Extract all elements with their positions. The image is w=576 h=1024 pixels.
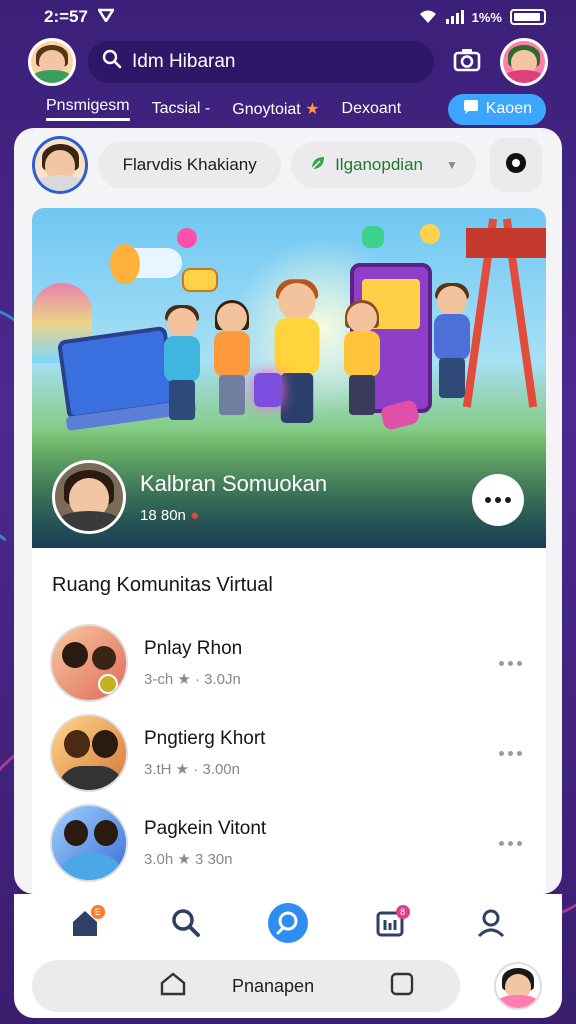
- nav-create[interactable]: [264, 901, 312, 949]
- mode-label: Ilganopdian: [335, 155, 423, 174]
- tab-label: Gnoytoiat: [232, 101, 301, 118]
- tab-label: Kaoen: [485, 100, 532, 117]
- banner-more-button[interactable]: [472, 474, 524, 526]
- room-more-button[interactable]: [499, 750, 522, 756]
- battery-percent: 1%%: [471, 9, 502, 25]
- main-card: Flarvdis Khakiany Ilganopdian ▼ Kalbran …: [14, 128, 562, 894]
- status-time: 2:=57: [44, 7, 88, 26]
- more-horizontal-icon: [485, 497, 511, 503]
- list-item[interactable]: Pnlay Rhon 3-ch ★ · 3.0Jn: [50, 624, 528, 702]
- tab-category-2[interactable]: Tacsial -: [152, 100, 211, 118]
- battery-icon: [510, 9, 546, 25]
- host-avatar[interactable]: [32, 136, 89, 194]
- room-meta: 3.tH ★ · 3.00n: [144, 761, 240, 778]
- search-bar[interactable]: [88, 41, 434, 83]
- status-bar: 2:=57 1%%: [0, 0, 576, 34]
- system-nav-label[interactable]: Pnanapen: [232, 976, 314, 997]
- room-more-button[interactable]: [499, 660, 522, 666]
- room-avatar: [50, 624, 128, 702]
- record-icon: [503, 150, 529, 181]
- chevron-down-icon: ▼: [445, 158, 458, 172]
- system-nav: Pnanapen: [14, 956, 562, 1018]
- signal-icon: [445, 10, 464, 24]
- heart-icon: ●: [190, 506, 200, 524]
- room-meta: 3-ch ★ · 3.0Jn: [144, 671, 241, 688]
- bottom-nav: E 8: [14, 894, 562, 956]
- room-name: Pagkein Vitont: [144, 818, 267, 839]
- featured-banner[interactable]: Kalbran Somuokan 18 80n ●: [32, 208, 546, 548]
- list-item[interactable]: Pagkein Vitont 3.0h ★ 3 30n: [50, 804, 528, 882]
- activity-badge: 8: [395, 905, 410, 919]
- tab-category-4[interactable]: Dexoant: [342, 100, 402, 118]
- tab-category-active[interactable]: Kaoen: [447, 93, 546, 125]
- banner-host-avatar[interactable]: [52, 460, 126, 534]
- community-list: Ruang Komunitas Virtual Pnlay Rhon 3-ch …: [32, 548, 546, 894]
- nav-activity[interactable]: 8: [366, 901, 414, 949]
- chat-bubble-icon: [462, 99, 480, 120]
- home-badge: E: [90, 905, 105, 919]
- create-icon: [267, 902, 309, 949]
- tab-category-1[interactable]: Pnsmigesm: [46, 97, 130, 121]
- user-name-pill[interactable]: Flarvdis Khakiany: [98, 142, 282, 188]
- top-header: [0, 36, 576, 88]
- square-icon[interactable]: [390, 972, 414, 1001]
- room-name: Pnlay Rhon: [144, 638, 243, 659]
- camera-icon: [453, 48, 481, 77]
- banner-meta: 18 80n ●: [140, 506, 200, 524]
- location-icon: [96, 7, 116, 27]
- search-icon: [102, 49, 122, 75]
- nav-search[interactable]: [162, 901, 210, 949]
- room-avatar: [50, 804, 128, 882]
- assistant-avatar[interactable]: [494, 962, 542, 1010]
- room-more-button[interactable]: [499, 840, 522, 846]
- banner-info: Kalbran Somuokan 18 80n ●: [52, 460, 327, 534]
- search-icon: [171, 908, 201, 943]
- tab-category-3[interactable]: Gnoytoiat ★: [232, 99, 319, 119]
- category-tabs: Pnsmigesm Tacsial - Gnoytoiat ★ Dexoant …: [0, 92, 576, 126]
- list-item[interactable]: Pngtierg Khort 3.tH ★ · 3.00n: [50, 714, 528, 792]
- record-button[interactable]: [489, 138, 542, 192]
- home-outline-icon[interactable]: [160, 971, 186, 1001]
- camera-button[interactable]: [446, 41, 488, 83]
- section-title: Ruang Komunitas Virtual: [52, 574, 273, 596]
- star-icon: ★: [305, 101, 320, 118]
- room-avatar: [50, 714, 128, 792]
- nav-profile[interactable]: [467, 901, 515, 949]
- profile-icon: [476, 908, 506, 943]
- room-name: Pngtierg Khort: [144, 728, 266, 749]
- leaf-icon: [309, 154, 327, 177]
- friend-avatar[interactable]: [500, 38, 548, 86]
- banner-title: Kalbran Somuokan: [140, 470, 328, 496]
- system-nav-pill: Pnanapen: [32, 960, 460, 1012]
- search-input[interactable]: [132, 51, 420, 73]
- room-meta: 3.0h ★ 3 30n: [144, 851, 233, 868]
- mode-dropdown[interactable]: Ilganopdian ▼: [291, 142, 476, 188]
- profile-avatar[interactable]: [28, 38, 76, 86]
- sub-header: Flarvdis Khakiany Ilganopdian ▼: [32, 136, 542, 194]
- wifi-icon: [418, 8, 438, 27]
- nav-home[interactable]: E: [61, 901, 109, 949]
